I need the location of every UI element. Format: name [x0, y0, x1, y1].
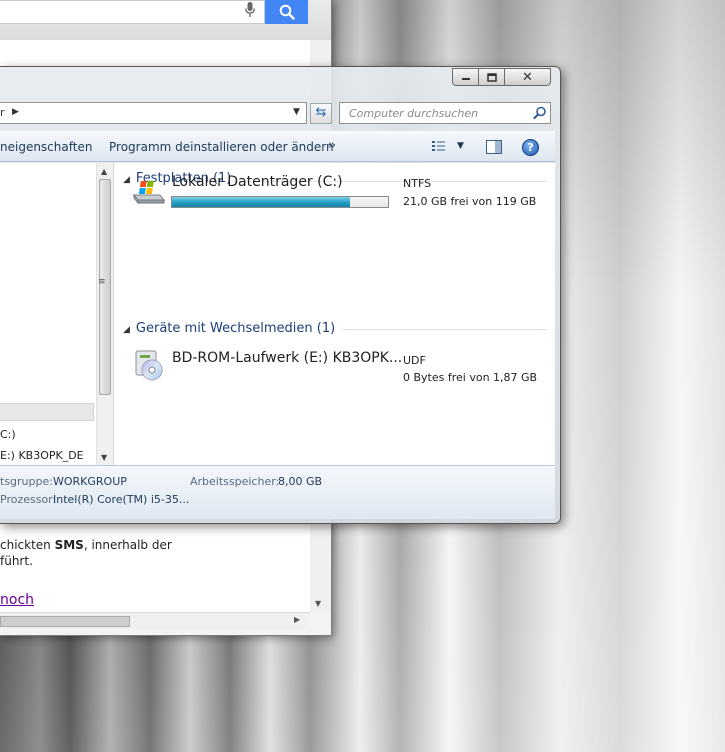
scroll-down-arrow-icon[interactable]: ▼ [101, 453, 107, 462]
close-button[interactable]: ✕ [505, 68, 551, 86]
refresh-icon: ⇆ [315, 105, 327, 120]
refresh-button[interactable]: ⇆ [310, 103, 332, 124]
optical-disc-drive-icon [135, 350, 163, 381]
result-link[interactable]: noch [0, 592, 34, 608]
address-prefix: r [0, 106, 5, 119]
drive-filesystem: NTFS [403, 177, 432, 190]
hard-drive-windows-icon [132, 181, 166, 205]
scroll-up-arrow-icon[interactable]: ▲ [101, 167, 107, 176]
minimize-icon [461, 78, 470, 80]
navigation-pane-scrollbar[interactable]: ▲ ≡ ▼ [96, 163, 113, 465]
caption-buttons: ✕ [452, 68, 551, 87]
content-pane: ◢ Festplatten (1) Lokaler Datenträger (C:… [114, 163, 555, 465]
view-dropdown-icon[interactable]: ▼ [457, 141, 464, 151]
memory-label: Arbeitsspeicher: [190, 475, 280, 488]
collapse-triangle-icon[interactable]: ◢ [123, 325, 130, 335]
browser-search-button[interactable] [265, 0, 308, 24]
scroll-down-arrow-icon[interactable]: ▼ [315, 599, 321, 608]
browser-horizontal-scrollbar[interactable]: ▶ [0, 612, 310, 629]
drive-name: Lokaler Datenträger (C:) [172, 174, 343, 190]
help-button[interactable]: ? [522, 139, 539, 156]
more-commands-button[interactable]: » [328, 138, 336, 153]
drive-name: BD-ROM-Laufwerk (E:) KB3OPK... [172, 350, 403, 366]
workgroup-label: tsgruppe: [0, 475, 53, 488]
search-input[interactable] [340, 103, 530, 123]
address-bar[interactable]: r ▶ ▼ [0, 102, 307, 124]
preview-pane-icon[interactable] [486, 140, 502, 154]
workgroup-value: WORKGROUP [53, 475, 127, 488]
explorer-window[interactable]: ✕ r ▶ ▼ ⇆ neigenschaften Programm deinst… [0, 66, 561, 524]
address-dropdown-icon[interactable]: ▼ [293, 107, 300, 117]
drive-usage-fill [172, 197, 350, 207]
result-snippet-line1: chickten SMS, innerhalb der [0, 538, 172, 552]
drive-free-space: 21,0 GB frei von 119 GB [403, 195, 537, 208]
command-bar: neigenschaften Programm deinstallieren o… [0, 131, 555, 162]
browser-search-bar[interactable] [0, 0, 265, 24]
memory-value: 8,00 GB [278, 475, 323, 488]
processor-value: Intel(R) Core(TM) i5-35... [53, 493, 190, 506]
microphone-icon[interactable] [240, 2, 260, 22]
scroll-grip-icon: ≡ [98, 277, 106, 287]
nav-scroll-thumb[interactable] [99, 179, 111, 395]
drive-usage-bar [171, 196, 389, 208]
drive-free-space: 0 Bytes frei von 1,87 GB [403, 371, 538, 384]
close-icon: ✕ [522, 69, 533, 85]
group-header-removable-devices[interactable]: ◢ Geräte mit Wechselmedien (1) [123, 321, 335, 336]
horizontal-scroll-thumb[interactable] [0, 616, 130, 627]
group-divider [342, 329, 547, 330]
maximize-icon [486, 72, 497, 82]
nav-selected-item[interactable] [0, 403, 94, 421]
search-icon[interactable] [533, 106, 547, 120]
details-pane: tsgruppe: WORKGROUP Arbeitsspeicher: 8,0… [0, 465, 555, 519]
collapse-triangle-icon[interactable]: ◢ [123, 175, 130, 185]
search-icon [279, 4, 295, 20]
scroll-right-arrow-icon[interactable]: ▶ [294, 615, 300, 624]
processor-label: Prozessor: [0, 493, 57, 506]
maximize-button[interactable] [479, 68, 505, 86]
navigation-pane: C:) E:) KB3OPK_DE [0, 163, 96, 465]
system-properties-button[interactable]: neigenschaften [0, 140, 92, 154]
search-box[interactable] [339, 102, 551, 124]
result-snippet-line2: führt. [0, 554, 33, 568]
help-icon: ? [527, 141, 534, 154]
nav-item-drive-e[interactable]: E:) KB3OPK_DE [0, 449, 84, 462]
minimize-button[interactable] [452, 68, 479, 86]
view-options-icon[interactable] [431, 140, 447, 154]
breadcrumb-chevron-icon[interactable]: ▶ [12, 107, 19, 117]
nav-item-drive-c[interactable]: C:) [0, 428, 16, 441]
uninstall-program-button[interactable]: Programm deinstallieren oder ändern [109, 140, 334, 154]
drive-filesystem: UDF [403, 354, 426, 367]
